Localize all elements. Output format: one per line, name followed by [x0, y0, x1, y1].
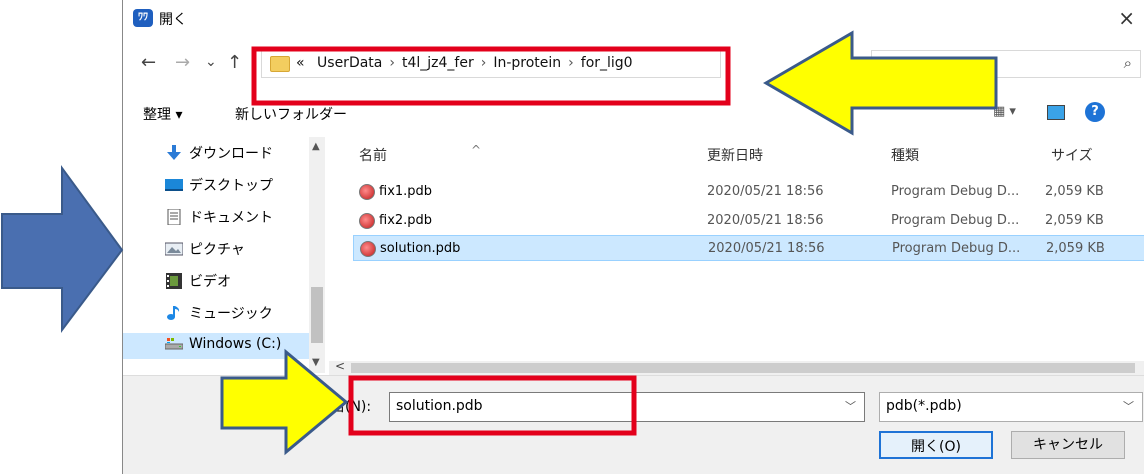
- file-row-fix2[interactable]: fix2.pdb 2020/05/21 18:56 Program Debug …: [353, 210, 1144, 232]
- sidebar-item-desktop[interactable]: デスクトップ: [165, 175, 273, 199]
- sidebar-item-label: ダウンロード: [189, 146, 273, 162]
- close-icon[interactable]: ×: [1118, 6, 1135, 30]
- filename-input[interactable]: solution.pdb ﹀: [389, 392, 865, 422]
- breadcrumb-t4l-jz4-fer[interactable]: t4l_jz4_fer: [402, 55, 474, 71]
- title-bar: ﾜﾜ 開く ×: [123, 0, 1144, 36]
- sidebar-item-label: ビデオ: [189, 274, 231, 290]
- breadcrumb-separator[interactable]: ›: [481, 55, 487, 71]
- music-icon: [167, 306, 180, 320]
- breadcrumb: « UserData › t4l_jz4_fer › In-protein › for_li…: [296, 55, 633, 71]
- filename-value: solution.pdb: [396, 398, 483, 414]
- pdb-file-icon: [359, 213, 375, 229]
- breadcrumb-separator[interactable]: ›: [568, 55, 574, 71]
- sidebar-item-label: ドキュメント: [189, 210, 273, 226]
- app-icon: ﾜﾜ: [133, 9, 153, 27]
- documents-icon: [167, 209, 181, 225]
- chevron-down-icon[interactable]: ﹀: [1123, 398, 1134, 414]
- help-icon[interactable]: ?: [1085, 102, 1105, 122]
- sidebar-item-label: ミュージック: [189, 306, 273, 322]
- file-row-solution[interactable]: solution.pdb 2020/05/21 18:56 Program De…: [353, 235, 1144, 261]
- organize-button[interactable]: 整理 ▾: [143, 104, 182, 124]
- navigation-pane: ダウンロード デスクトップ ドキュメント ピクチャ ビデオ ミュージック Win…: [123, 137, 325, 373]
- dialog-title: 開く: [159, 12, 187, 28]
- drive-icon: [165, 338, 183, 350]
- pdb-file-icon: [360, 241, 376, 257]
- scroll-down-icon[interactable]: ▼: [312, 357, 320, 368]
- scrollbar-thumb[interactable]: [351, 363, 1135, 373]
- breadcrumb-in-protein[interactable]: In-protein: [493, 55, 561, 71]
- sidebar-item-label: デスクトップ: [189, 178, 273, 194]
- file-date: 2020/05/21 18:56: [708, 241, 825, 256]
- cancel-button[interactable]: キャンセル: [1011, 431, 1125, 459]
- sidebar-item-downloads[interactable]: ダウンロード: [165, 143, 273, 167]
- chevron-down-icon[interactable]: ﹀: [845, 398, 856, 414]
- folder-icon: [270, 56, 290, 72]
- column-header-size[interactable]: サイズ: [1051, 145, 1093, 165]
- file-type: Program Debug D...: [891, 184, 1020, 199]
- file-size: 2,059 KB: [1046, 241, 1105, 256]
- sidebar-item-pictures[interactable]: ピクチャ: [165, 239, 245, 263]
- open-button[interactable]: 開く(O): [879, 431, 993, 459]
- file-list-scrollbar[interactable]: <: [329, 359, 1144, 375]
- pictures-icon: [165, 242, 183, 256]
- sidebar-item-music[interactable]: ミュージック: [165, 303, 273, 327]
- scrollbar-thumb[interactable]: [311, 287, 323, 343]
- videos-icon: [166, 273, 182, 289]
- file-date: 2020/05/21 18:56: [707, 213, 824, 228]
- file-date: 2020/05/21 18:56: [707, 184, 824, 199]
- forward-button[interactable]: →: [175, 52, 190, 73]
- sidebar-item-windows-c[interactable]: Windows (C:): [123, 333, 309, 359]
- search-box[interactable]: for_lig0の検索 ⌕: [871, 50, 1141, 78]
- file-row-fix1[interactable]: fix1.pdb 2020/05/21 18:56 Program Debug …: [353, 181, 1144, 203]
- search-input[interactable]: for_lig0の検索: [878, 55, 972, 75]
- scroll-up-icon[interactable]: ▲: [312, 141, 320, 152]
- file-size: 2,059 KB: [1045, 213, 1104, 228]
- open-file-dialog: ﾜﾜ 開く × ← → ⌄ ↑ « UserData › t4l_jz4_fer › I…: [122, 0, 1144, 474]
- address-bar[interactable]: « UserData › t4l_jz4_fer › In-protein › for_li…: [261, 50, 721, 78]
- breadcrumb-overflow[interactable]: «: [296, 55, 305, 71]
- dialog-footer: 名(N): solution.pdb ﹀ pdb(*.pdb) ﹀ 開く(O) …: [123, 375, 1144, 474]
- sidebar-item-videos[interactable]: ビデオ: [165, 271, 231, 295]
- pdb-file-icon: [359, 184, 375, 200]
- navigation-pane-scrollbar[interactable]: ▲ ▼: [309, 137, 325, 373]
- file-type: Program Debug D...: [891, 213, 1020, 228]
- sort-ascending-icon: ^: [471, 143, 482, 157]
- download-icon: [167, 145, 181, 160]
- column-header-name[interactable]: 名前 ^: [359, 143, 481, 165]
- column-header-date[interactable]: 更新日時: [707, 145, 763, 165]
- breadcrumb-separator[interactable]: ›: [389, 55, 395, 71]
- breadcrumb-for-lig0[interactable]: for_lig0: [581, 55, 633, 71]
- up-folder-button[interactable]: ↑: [227, 52, 242, 73]
- filename-label: 名(N):: [331, 399, 372, 415]
- column-header-type[interactable]: 種類: [891, 145, 919, 165]
- sidebar-item-label: Windows (C:): [189, 336, 282, 352]
- file-name: solution.pdb: [380, 241, 461, 256]
- breadcrumb-userdata[interactable]: UserData: [317, 55, 382, 71]
- column-label: 名前: [359, 148, 387, 164]
- new-folder-button[interactable]: 新しいフォルダー: [235, 104, 347, 124]
- file-list: 名前 ^ 更新日時 種類 サイズ fix1.pdb 2020/05/21 18:5…: [343, 137, 1144, 359]
- file-size: 2,059 KB: [1045, 184, 1104, 199]
- scroll-left-icon[interactable]: <: [335, 359, 345, 373]
- file-type: Program Debug D...: [892, 241, 1021, 256]
- sidebar-item-documents[interactable]: ドキュメント: [165, 207, 273, 231]
- navigation-bar: ← → ⌄ ↑ « UserData › t4l_jz4_fer › In-protei…: [123, 46, 1144, 80]
- search-icon[interactable]: ⌕: [1124, 54, 1132, 72]
- view-options-button[interactable]: ▦ ▾: [993, 104, 1016, 119]
- file-name: fix2.pdb: [379, 213, 433, 228]
- preview-pane-icon[interactable]: [1047, 105, 1065, 120]
- back-button[interactable]: ←: [141, 52, 156, 73]
- sidebar-item-label: ピクチャ: [189, 242, 245, 258]
- desktop-icon: [165, 179, 183, 191]
- command-bar: 整理 ▾ 新しいフォルダー ▦ ▾ ?: [123, 98, 1144, 128]
- file-type-select[interactable]: pdb(*.pdb) ﹀: [879, 392, 1143, 422]
- file-name: fix1.pdb: [379, 184, 433, 199]
- file-type-value: pdb(*.pdb): [886, 398, 962, 414]
- blue-arrow-right-icon: [1, 164, 124, 333]
- recent-locations-button[interactable]: ⌄: [205, 54, 217, 70]
